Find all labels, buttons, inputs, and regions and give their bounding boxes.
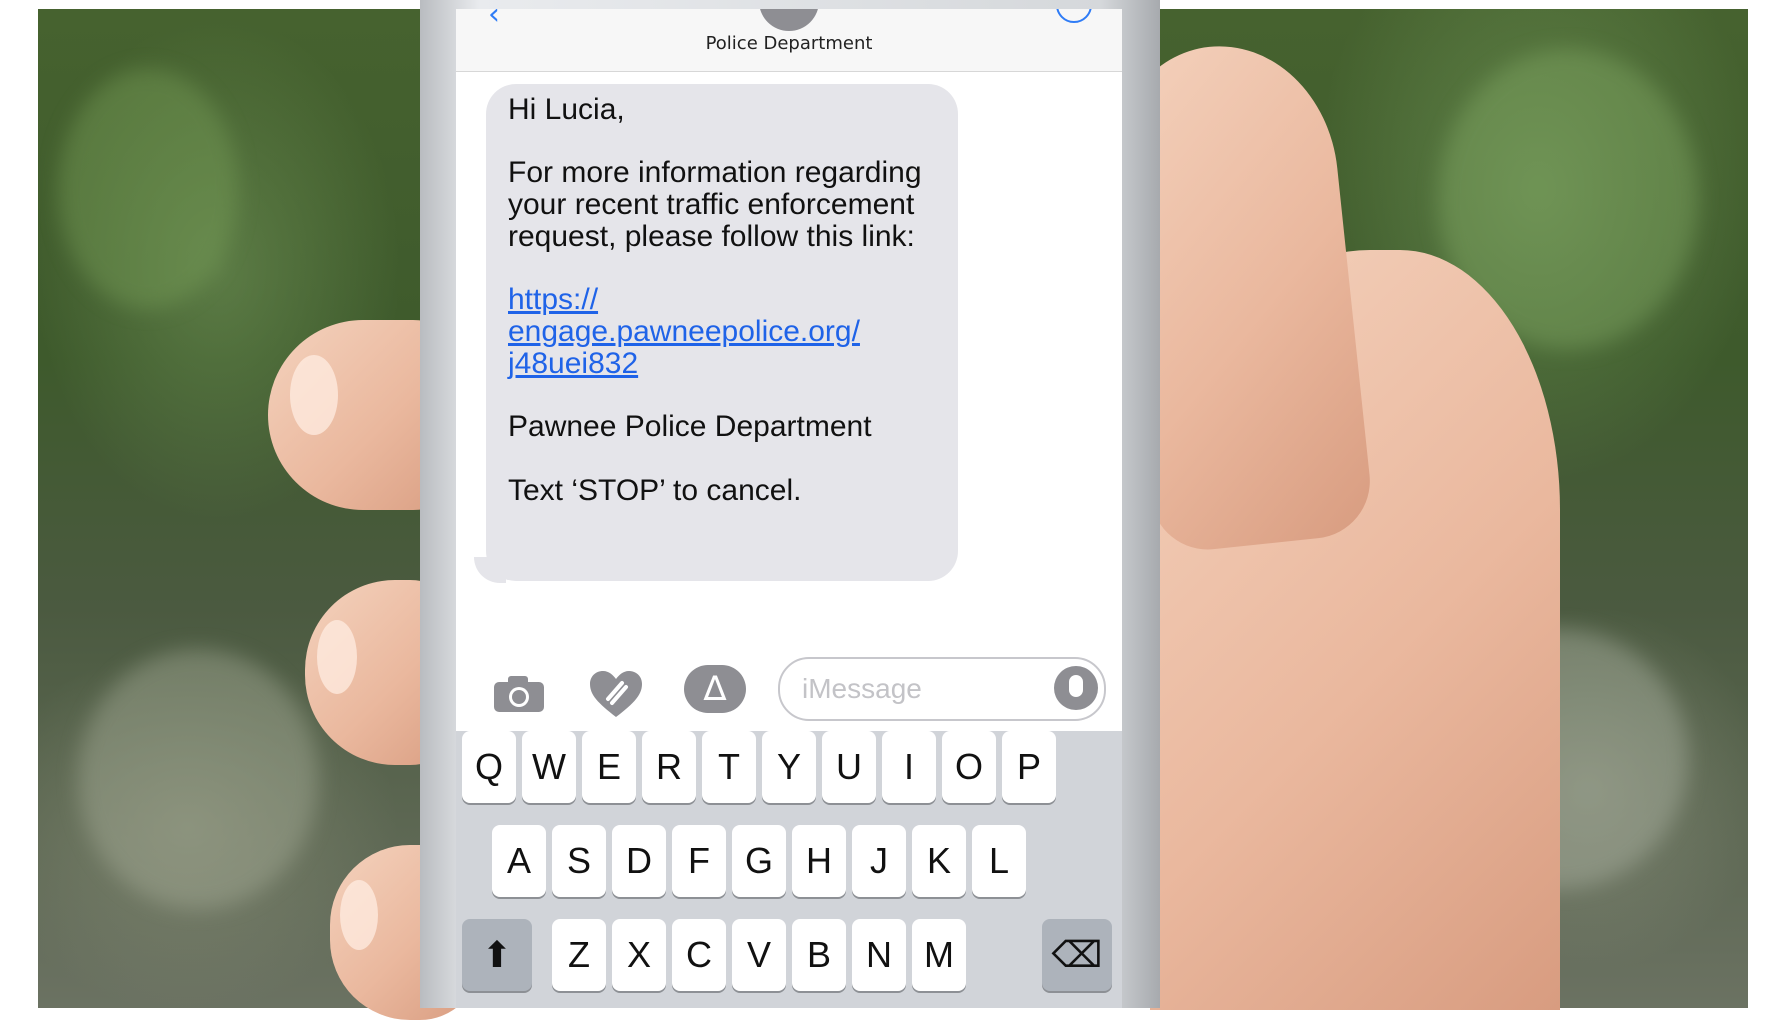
key-w[interactable]: W bbox=[522, 731, 576, 803]
bubble-tail bbox=[474, 557, 506, 583]
shift-key[interactable]: ⬆ bbox=[462, 919, 532, 991]
keyboard: Q W E R T Y U I O P A S D F G H J K L ⬆ … bbox=[456, 731, 1122, 1008]
message-signature: Pawnee Police Department bbox=[508, 410, 872, 443]
key-h[interactable]: H bbox=[792, 825, 846, 897]
key-u[interactable]: U bbox=[822, 731, 876, 803]
key-f[interactable]: F bbox=[672, 825, 726, 897]
message-greeting: Hi Lucia, bbox=[508, 93, 625, 126]
key-i[interactable]: I bbox=[882, 731, 936, 803]
key-t[interactable]: T bbox=[702, 731, 756, 803]
contact-avatar[interactable] bbox=[759, 9, 819, 31]
key-s[interactable]: S bbox=[552, 825, 606, 897]
message-footer: Text ‘STOP’ to cancel. bbox=[508, 474, 802, 507]
message-input-placeholder: iMessage bbox=[802, 673, 922, 704]
message-link[interactable]: j48uei832 bbox=[508, 346, 638, 382]
message-body-line: For more information regarding bbox=[508, 156, 922, 189]
contact-name[interactable]: Police Department bbox=[456, 33, 1122, 54]
key-l[interactable]: L bbox=[972, 825, 1026, 897]
chevron-left-icon[interactable]: ‹ bbox=[488, 9, 500, 32]
key-o[interactable]: O bbox=[942, 731, 996, 803]
key-v[interactable]: V bbox=[732, 919, 786, 991]
camera-icon[interactable] bbox=[492, 674, 546, 714]
key-m[interactable]: M bbox=[912, 919, 966, 991]
key-c[interactable]: C bbox=[672, 919, 726, 991]
key-n[interactable]: N bbox=[852, 919, 906, 991]
delete-key[interactable]: ⌫ bbox=[1042, 919, 1112, 991]
key-x[interactable]: X bbox=[612, 919, 666, 991]
key-q[interactable]: Q bbox=[462, 731, 516, 803]
key-r[interactable]: R bbox=[642, 731, 696, 803]
key-d[interactable]: D bbox=[612, 825, 666, 897]
message-body-line: your recent traffic enforcement bbox=[508, 188, 915, 221]
key-k[interactable]: K bbox=[912, 825, 966, 897]
message-body-line: request, please follow this link: bbox=[508, 220, 915, 253]
message-input[interactable]: iMessage bbox=[778, 657, 1106, 721]
key-b[interactable]: B bbox=[792, 919, 846, 991]
message-link[interactable]: https:// bbox=[508, 282, 598, 318]
key-a[interactable]: A bbox=[492, 825, 546, 897]
message-link[interactable]: engage.pawneepolice.org/ bbox=[508, 314, 860, 350]
key-g[interactable]: G bbox=[732, 825, 786, 897]
phone-screen: ‹ Police Department Hi Lucia, For more i… bbox=[456, 9, 1122, 1008]
conversation-header: ‹ Police Department bbox=[456, 9, 1122, 72]
key-e[interactable]: E bbox=[582, 731, 636, 803]
key-z[interactable]: Z bbox=[552, 919, 606, 991]
microphone-glyph bbox=[1069, 675, 1083, 697]
key-y[interactable]: Y bbox=[762, 731, 816, 803]
info-icon[interactable] bbox=[1056, 9, 1092, 23]
microphone-icon[interactable] bbox=[1054, 666, 1098, 710]
key-p[interactable]: P bbox=[1002, 731, 1056, 803]
key-j[interactable]: J bbox=[852, 825, 906, 897]
appstore-icon[interactable]: ∆ bbox=[684, 665, 746, 713]
heart-icon[interactable] bbox=[588, 669, 644, 719]
